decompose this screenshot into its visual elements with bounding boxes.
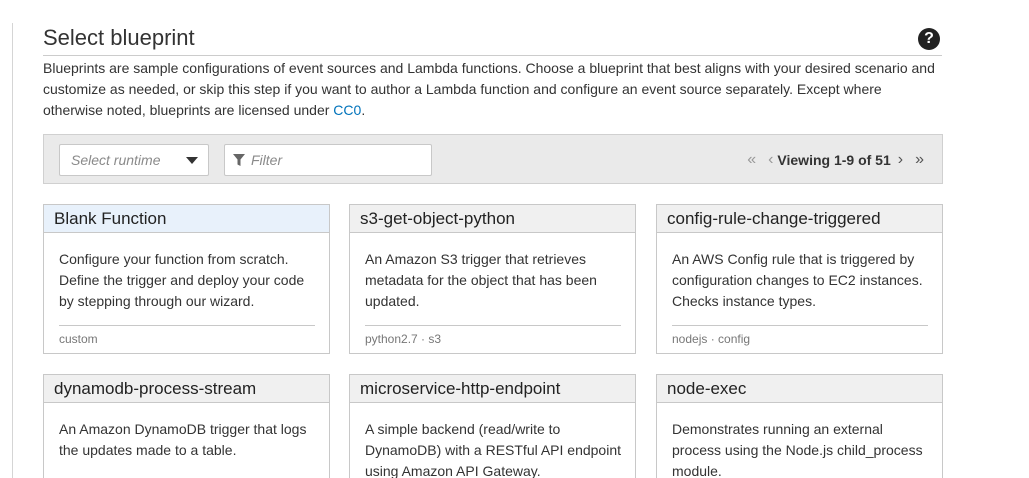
blueprint-card-title: Blank Function xyxy=(44,205,329,233)
caret-down-icon xyxy=(186,157,198,164)
chevron-left-icon[interactable]: ‹ xyxy=(768,150,773,170)
blueprint-card-node-exec[interactable]: node-exec Demonstrates running an extern… xyxy=(656,374,943,478)
card-divider xyxy=(672,325,928,326)
blueprint-card-description: A simple backend (read/write to DynamoDB… xyxy=(365,421,622,478)
blueprint-card-title: node-exec xyxy=(657,375,942,403)
blueprint-card-description: An AWS Config rule that is triggered by … xyxy=(672,251,923,309)
intro-text: Blueprints are sample configurations of … xyxy=(43,60,935,118)
cc0-link[interactable]: CC0 xyxy=(333,102,361,118)
card-divider xyxy=(365,325,621,326)
blueprint-card-tags: custom xyxy=(59,332,98,346)
blueprint-card-s3-get-object-python[interactable]: s3-get-object-python An Amazon S3 trigge… xyxy=(349,204,636,354)
blueprint-card-microservice-http-endpoint[interactable]: microservice-http-endpoint A simple back… xyxy=(349,374,636,478)
pager-status: Viewing 1-9 of 51 xyxy=(777,152,891,168)
question-circle-icon[interactable]: ? xyxy=(918,28,940,50)
blueprint-card-tags: python2.7 · s3 xyxy=(365,332,442,346)
title-divider xyxy=(43,55,942,56)
filter-input[interactable] xyxy=(251,145,427,175)
blueprint-card-title: s3-get-object-python xyxy=(350,205,635,233)
blueprint-card-title: dynamodb-process-stream xyxy=(44,375,329,403)
filter-box[interactable] xyxy=(224,144,432,176)
page-title: Select blueprint xyxy=(43,25,195,50)
blueprint-card-tags: nodejs · config xyxy=(672,332,751,346)
blueprint-card-dynamodb-process-stream[interactable]: dynamodb-process-stream An Amazon Dynamo… xyxy=(43,374,330,478)
intro-paragraph: Blueprints are sample configurations of … xyxy=(43,58,942,121)
blueprint-card-description: An Amazon DynamoDB trigger that logs the… xyxy=(59,421,307,458)
blueprint-card-title: microservice-http-endpoint xyxy=(350,375,635,403)
double-chevron-left-icon[interactable]: « xyxy=(747,150,756,170)
left-divider xyxy=(12,23,13,478)
blueprint-card-description: Configure your function from scratch. De… xyxy=(59,251,305,309)
card-divider xyxy=(59,325,315,326)
blueprint-card-description: Demonstrates running an external process… xyxy=(672,421,923,478)
blueprint-card-config-rule-change-triggered[interactable]: config-rule-change-triggered An AWS Conf… xyxy=(656,204,943,354)
blueprint-toolbar: Select runtime « ‹ Viewing 1-9 of 51 › » xyxy=(43,134,943,184)
pager: « ‹ Viewing 1-9 of 51 › » xyxy=(747,150,924,170)
runtime-select-placeholder: Select runtime xyxy=(71,152,161,168)
blueprint-card-blank-function[interactable]: Blank Function Configure your function f… xyxy=(43,204,330,354)
runtime-select[interactable]: Select runtime xyxy=(59,144,209,176)
blueprint-card-description: An Amazon S3 trigger that retrieves meta… xyxy=(365,251,597,309)
filter-icon xyxy=(233,154,245,166)
double-chevron-right-icon[interactable]: » xyxy=(915,150,924,170)
intro-text-end: . xyxy=(361,102,366,118)
chevron-right-icon[interactable]: › xyxy=(898,150,903,170)
blueprint-card-title: config-rule-change-triggered xyxy=(657,205,942,233)
